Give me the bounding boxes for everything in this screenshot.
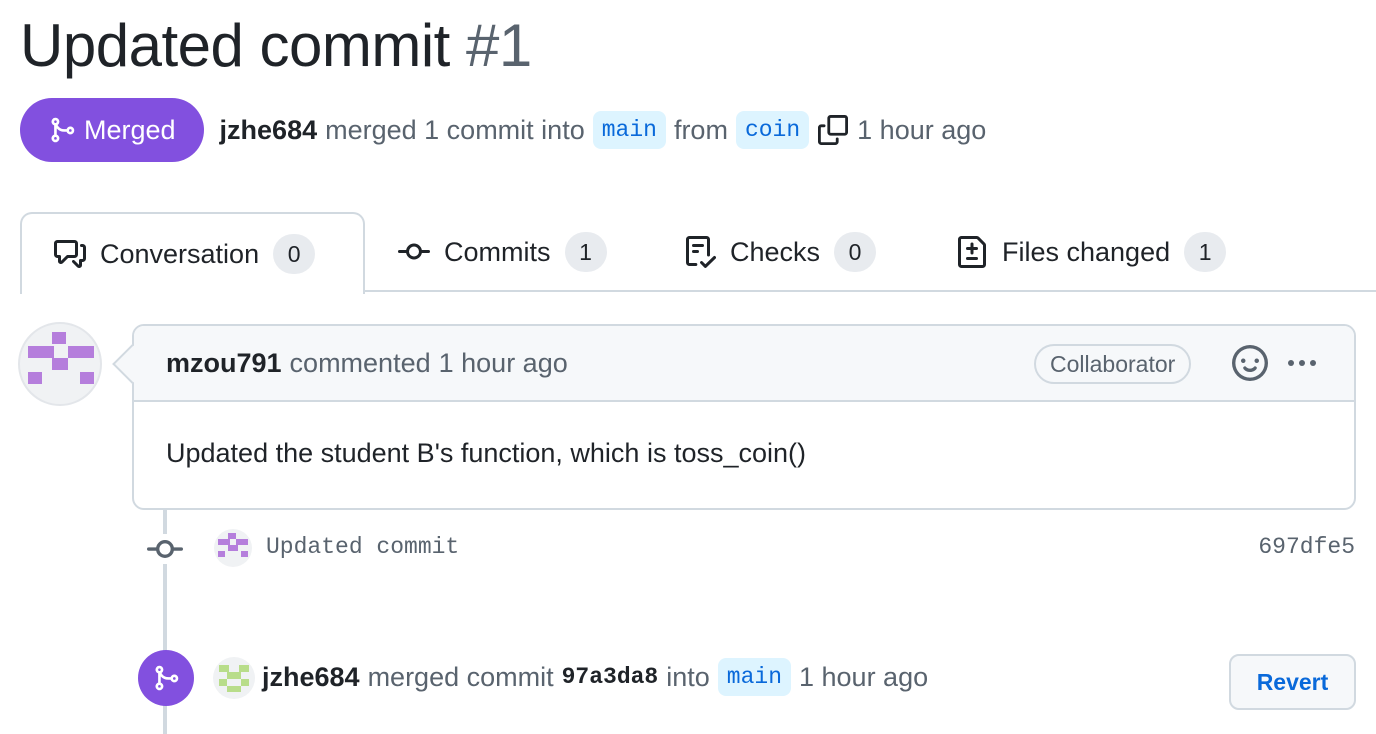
tab-commits[interactable]: Commits 1 [366,212,607,292]
tab-label: Files changed [1002,236,1171,267]
tab-conversation[interactable]: Conversation 0 [20,212,365,294]
head-branch-label[interactable]: coin [735,111,810,149]
copy-icon[interactable] [817,114,849,146]
file-diff-icon [958,236,986,268]
tab-label: Conversation [100,238,260,269]
pr-time: 1 hour ago [857,114,987,145]
merged-state-label: Merged [84,114,176,145]
pr-number: #1 [466,12,532,79]
git-commit-icon [398,243,430,260]
merged-state-badge: Merged [20,98,204,162]
tab-counter: 0 [834,232,877,272]
tab-counter: 1 [1184,232,1227,272]
comment-discussion-icon [54,240,86,268]
collaborator-badge: Collaborator [1034,344,1192,384]
merge-event-text: jzhe684 merged commit 97a3da8 into main … [262,654,928,700]
commit-sha-link[interactable]: 697dfe5 [1258,534,1355,560]
tab-checks[interactable]: Checks 0 [652,212,877,292]
into-text: into [666,661,710,692]
comment-header: mzou791 commented 1 hour ago Collaborato… [134,326,1354,402]
base-branch-label[interactable]: main [592,111,666,149]
commit-author-avatar[interactable] [214,529,252,567]
comment-box: mzou791 commented 1 hour ago Collaborato… [132,324,1356,510]
merge-commit-sha-link[interactable]: 97a3da8 [562,664,659,690]
tab-counter: 1 [564,232,607,272]
kebab-horizontal-icon[interactable] [1282,345,1322,381]
from-text: from [673,114,728,145]
pr-title-text: Updated commit [20,12,450,79]
comment-body: Updated the student B's function, which … [166,438,806,468]
pr-title: Updated commit #1 [20,10,532,82]
tab-label: Checks [730,236,821,267]
comment-action-text: commented [289,347,431,378]
git-merge-icon [51,117,75,143]
merge-action-text: merged commit [367,661,554,692]
git-merge-icon [155,665,179,691]
tab-counter: 0 [273,234,316,274]
comment-author-link[interactable]: mzou791 [166,348,282,379]
git-commit-icon [146,534,184,564]
merge-event-badge [138,650,194,706]
pr-meta: Merged jzhe684 merged 1 commit into main… [20,98,986,162]
pr-tabs: Conversation 0 Commits 1 Checks 0 Files … [20,212,1376,294]
pr-action-text: merged 1 commit into [325,114,585,145]
revert-button[interactable]: Revert [1229,654,1356,710]
comment-time[interactable]: 1 hour ago [439,348,568,379]
merger-author-link[interactable]: jzhe684 [262,662,360,693]
tab-files-changed[interactable]: Files changed 1 [924,212,1227,292]
smiley-icon[interactable] [1232,345,1268,381]
merge-time[interactable]: 1 hour ago [799,662,928,693]
merge-branch-label[interactable]: main [717,658,791,696]
tab-label: Commits [444,236,551,267]
commit-message-link[interactable]: Updated commit [266,534,459,560]
commenter-avatar[interactable] [18,322,102,406]
checklist-icon [686,236,716,268]
pr-author-link[interactable]: jzhe684 [220,115,318,146]
merger-avatar[interactable] [213,657,255,699]
